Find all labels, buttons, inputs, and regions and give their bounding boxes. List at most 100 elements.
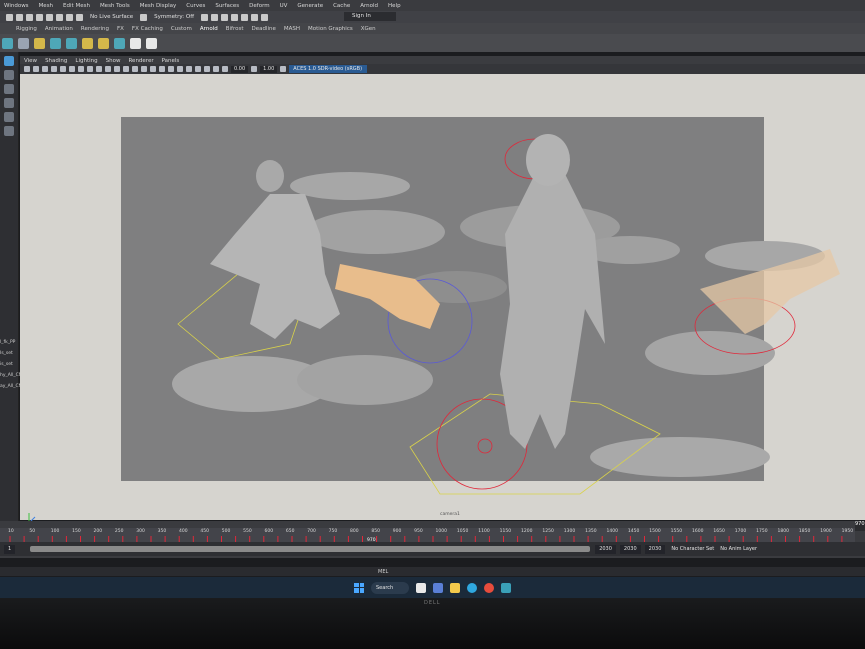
viewport[interactable]: camera1 (20, 74, 865, 520)
tab-mash[interactable]: MASH (284, 26, 300, 32)
light-portal-icon[interactable] (98, 37, 109, 49)
motion-blur-icon[interactable] (177, 66, 183, 72)
render-frame-icon[interactable] (201, 13, 209, 21)
ipr-render-icon[interactable] (221, 13, 229, 21)
exposure-field[interactable]: 0.00 (231, 65, 249, 73)
edge-browser-icon[interactable] (467, 582, 477, 593)
arnold-render-view-icon[interactable] (251, 13, 259, 21)
tab-custom[interactable]: Custom (171, 26, 192, 32)
gamma-field[interactable]: 1.00 (260, 65, 278, 73)
current-frame-field[interactable]: 970 (855, 521, 865, 531)
panel-menu-panels[interactable]: Panels (162, 58, 180, 64)
taskbar-search[interactable]: Search (371, 581, 409, 594)
tab-rendering[interactable]: Rendering (81, 26, 109, 32)
use-lights-icon[interactable] (150, 66, 156, 72)
rotate-tool-icon[interactable] (4, 84, 14, 94)
layout-single-icon[interactable] (4, 112, 14, 122)
tab-fx-caching[interactable]: FX Caching (132, 26, 163, 32)
anti-aliasing-icon[interactable] (186, 66, 192, 72)
menu-mesh-tools[interactable]: Mesh Tools (100, 3, 130, 9)
move-tool-icon[interactable] (4, 70, 14, 80)
field-chart-icon[interactable] (96, 66, 102, 72)
menu-arnold[interactable]: Arnold (360, 3, 378, 9)
select-arrow-icon[interactable] (4, 56, 14, 66)
arnold-light-icon[interactable] (2, 37, 13, 49)
panel-menu-view[interactable]: View (24, 58, 37, 64)
character-set-dropdown[interactable]: No Character Set (671, 546, 714, 552)
film-gate-icon[interactable] (69, 66, 75, 72)
scale-tool-icon[interactable] (4, 98, 14, 108)
menu-surfaces[interactable]: Surfaces (215, 3, 239, 9)
live-surface-label[interactable]: No Live Surface (90, 14, 133, 20)
chat-icon[interactable] (433, 582, 443, 593)
command-line[interactable]: MEL (0, 567, 865, 576)
menu-deform[interactable]: Deform (249, 3, 269, 9)
sign-in-button[interactable]: Sign In (344, 12, 396, 21)
textured-icon[interactable] (141, 66, 147, 72)
anim-layer-dropdown[interactable]: No Anim Layer (720, 546, 757, 552)
tab-deadline[interactable]: Deadline (251, 26, 275, 32)
range-max-field[interactable]: 2030 (644, 544, 666, 554)
mesh-light-icon[interactable] (50, 37, 61, 49)
tab-rigging[interactable]: Rigging (16, 26, 37, 32)
menu-edit-mesh[interactable]: Edit Mesh (63, 3, 90, 9)
symmetry-icon[interactable] (140, 13, 148, 21)
wireframe-on-shaded-icon[interactable] (132, 66, 138, 72)
view-transform-dropdown[interactable]: ACES 1.0 SDR-video (sRGB) (289, 65, 368, 73)
render-settings-icon[interactable] (231, 13, 239, 21)
gate-mask-icon[interactable] (87, 66, 93, 72)
menu-mesh-display[interactable]: Mesh Display (140, 3, 177, 9)
layout-four-icon[interactable] (4, 126, 14, 136)
tab-fx[interactable]: FX (117, 26, 124, 32)
render-sequence-icon[interactable] (211, 13, 219, 21)
physical-sky-icon[interactable] (82, 37, 93, 49)
snap-curve-icon[interactable] (46, 13, 53, 21)
tab-animation[interactable]: Animation (45, 26, 73, 32)
isolate-select-icon[interactable] (195, 66, 201, 72)
mel-label[interactable]: MEL (378, 569, 388, 575)
menu-help[interactable]: Help (388, 3, 401, 9)
tab-motion-graphics[interactable]: Motion Graphics (308, 26, 353, 32)
exposure-icon[interactable] (222, 66, 228, 72)
file-explorer-icon[interactable] (450, 582, 460, 593)
wireframe-icon[interactable] (114, 66, 120, 72)
menu-uv[interactable]: UV (280, 3, 288, 9)
flush-cache-icon[interactable] (146, 37, 157, 49)
ambient-occlusion-icon[interactable] (168, 66, 174, 72)
panel-menu-shading[interactable]: Shading (45, 58, 67, 64)
symmetry-label[interactable]: Symmetry: Off (154, 14, 194, 20)
select-tool-icon[interactable] (6, 13, 13, 21)
render-view-icon[interactable] (130, 37, 141, 49)
windows-start-icon[interactable] (354, 582, 364, 593)
shadows-icon[interactable] (159, 66, 165, 72)
range-end-inner-field[interactable]: 2030 (595, 544, 616, 554)
tab-arnold[interactable]: Arnold (200, 26, 218, 32)
standin-icon[interactable] (114, 37, 125, 49)
panel-menu-show[interactable]: Show (106, 58, 121, 64)
panel-menu-lighting[interactable]: Lighting (75, 58, 97, 64)
camera-select-icon[interactable] (24, 66, 30, 72)
snap-point-icon[interactable] (56, 13, 63, 21)
range-slider[interactable] (30, 546, 590, 552)
hypershade-icon[interactable] (241, 13, 249, 21)
live-surface-icon[interactable] (76, 13, 83, 21)
camera-lock-icon[interactable] (33, 66, 39, 72)
menu-cache[interactable]: Cache (333, 3, 350, 9)
task-view-icon[interactable] (416, 582, 426, 593)
xray-icon[interactable] (204, 66, 210, 72)
gamma-icon[interactable] (251, 66, 258, 72)
grid-icon[interactable] (60, 66, 66, 72)
tab-bifrost[interactable]: Bifrost (226, 26, 244, 32)
chrome-browser-icon[interactable] (484, 582, 494, 593)
panel-menu-renderer[interactable]: Renderer (128, 58, 153, 64)
skydome-icon[interactable] (34, 37, 45, 49)
menu-mesh[interactable]: Mesh (39, 3, 53, 9)
lasso-tool-icon[interactable] (16, 13, 23, 21)
menu-windows[interactable]: Windows (4, 3, 29, 9)
maya-app-icon[interactable] (501, 582, 511, 593)
image-plane-icon[interactable] (51, 66, 57, 72)
tab-xgen[interactable]: XGen (361, 26, 376, 32)
camera-tools-icon[interactable] (261, 13, 269, 21)
bookmark-icon[interactable] (42, 66, 48, 72)
range-end-outer-field[interactable]: 2030 (619, 544, 641, 554)
